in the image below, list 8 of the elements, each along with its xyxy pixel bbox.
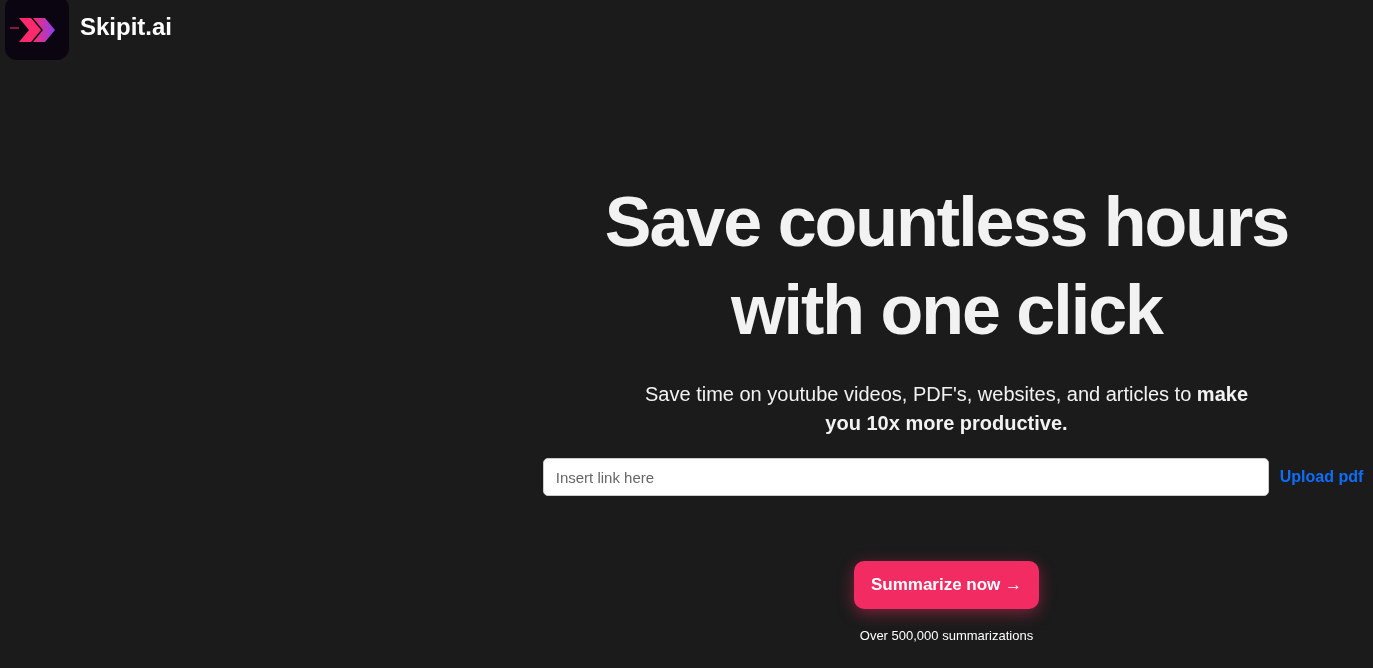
brand-name[interactable]: Skipit.ai xyxy=(80,9,173,45)
summarize-button[interactable]: Summarize now → xyxy=(853,561,1040,609)
subtitle: Save time on youtube videos, PDF's, websites, and articles to make you 10x more productive. xyxy=(644,382,1249,436)
headline: Save countless hours with one click xyxy=(604,182,1289,351)
summarization-count: Over 500,000 summarizations xyxy=(859,627,1034,645)
link-input-field[interactable]: Insert link here xyxy=(542,458,1269,496)
upload-pdf-link[interactable]: Upload pdf xyxy=(1279,465,1364,489)
logo-icon xyxy=(5,0,69,60)
